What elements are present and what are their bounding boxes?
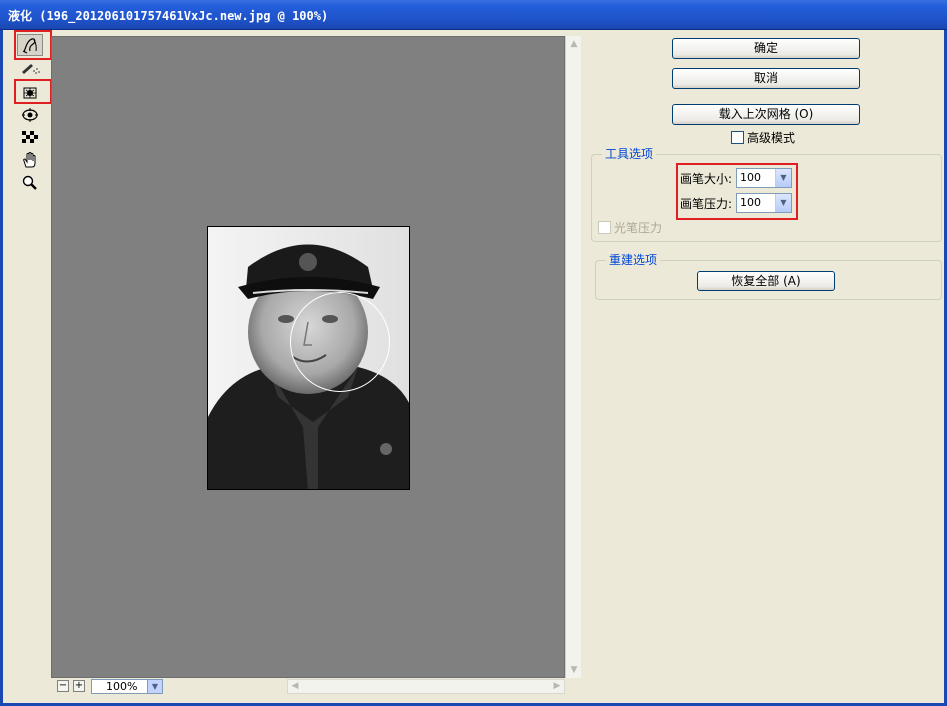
preview-canvas[interactable] bbox=[51, 36, 565, 678]
scroll-up-icon[interactable]: ▲ bbox=[567, 37, 581, 51]
highlight-box-pucker bbox=[14, 79, 52, 104]
stylus-pressure-option: 光笔压力 bbox=[598, 219, 662, 236]
window-title: 液化 (196_201206101757461VxJc.new.jpg @ 10… bbox=[8, 9, 329, 23]
scroll-left-icon[interactable]: ◀ bbox=[288, 680, 302, 693]
zoom-in-button[interactable]: + bbox=[73, 680, 85, 692]
zoom-value: 100% bbox=[106, 680, 138, 693]
vertical-scrollbar[interactable]: ▲ ▼ bbox=[565, 36, 581, 678]
scroll-right-icon[interactable]: ▶ bbox=[550, 680, 564, 693]
advanced-mode-option[interactable]: 高级模式 bbox=[731, 129, 795, 146]
zoom-icon[interactable] bbox=[17, 172, 43, 194]
zoom-out-button[interactable]: − bbox=[57, 680, 69, 692]
highlight-box-brush-settings bbox=[676, 163, 798, 220]
tool-palette bbox=[11, 30, 52, 700]
stylus-pressure-label: 光笔压力 bbox=[614, 221, 663, 235]
zoom-select[interactable]: 100% ▼ bbox=[91, 679, 163, 694]
scroll-down-icon[interactable]: ▼ bbox=[567, 663, 581, 677]
advanced-mode-checkbox[interactable] bbox=[731, 131, 744, 144]
horizontal-scrollbar[interactable]: ◀ ▶ bbox=[287, 679, 565, 694]
tool-options-legend: 工具选项 bbox=[602, 147, 657, 161]
liquify-dialog: ▲ ▼ − + 100% ▼ ◀ ▶ 确定 取消 载入上次网格 (O) 高级模式… bbox=[0, 30, 947, 706]
chevron-down-icon[interactable]: ▼ bbox=[147, 680, 162, 693]
brush-cursor bbox=[290, 292, 390, 392]
highlight-box-forward-warp bbox=[14, 30, 52, 60]
title-bar: 液化 (196_201206101757461VxJc.new.jpg @ 10… bbox=[0, 0, 947, 30]
stylus-pressure-checkbox bbox=[598, 221, 611, 234]
hand-icon[interactable] bbox=[17, 149, 43, 171]
restore-all-button[interactable]: 恢复全部 (A) bbox=[697, 271, 835, 291]
options-panel: 确定 取消 载入上次网格 (O) 高级模式 工具选项 画笔大小: 100 ▼ 画… bbox=[581, 30, 944, 700]
tool-options-group: 工具选项 画笔大小: 100 ▼ 画笔压力: 100 ▼ 光笔压力 bbox=[591, 147, 942, 242]
cancel-button[interactable]: 取消 bbox=[672, 68, 860, 89]
reconstruct-options-legend: 重建选项 bbox=[606, 253, 661, 267]
reconstruct-options-group: 重建选项 恢复全部 (A) bbox=[595, 253, 942, 300]
ok-button[interactable]: 确定 bbox=[672, 38, 860, 59]
canvas-status-bar: − + 100% ▼ ◀ ▶ bbox=[51, 678, 565, 694]
freeze-mask-icon[interactable] bbox=[17, 126, 43, 148]
load-last-mesh-button[interactable]: 载入上次网格 (O) bbox=[672, 104, 860, 125]
advanced-mode-label: 高级模式 bbox=[747, 131, 796, 145]
bloat-icon[interactable] bbox=[17, 104, 43, 126]
reconstruct-icon[interactable] bbox=[17, 57, 43, 79]
